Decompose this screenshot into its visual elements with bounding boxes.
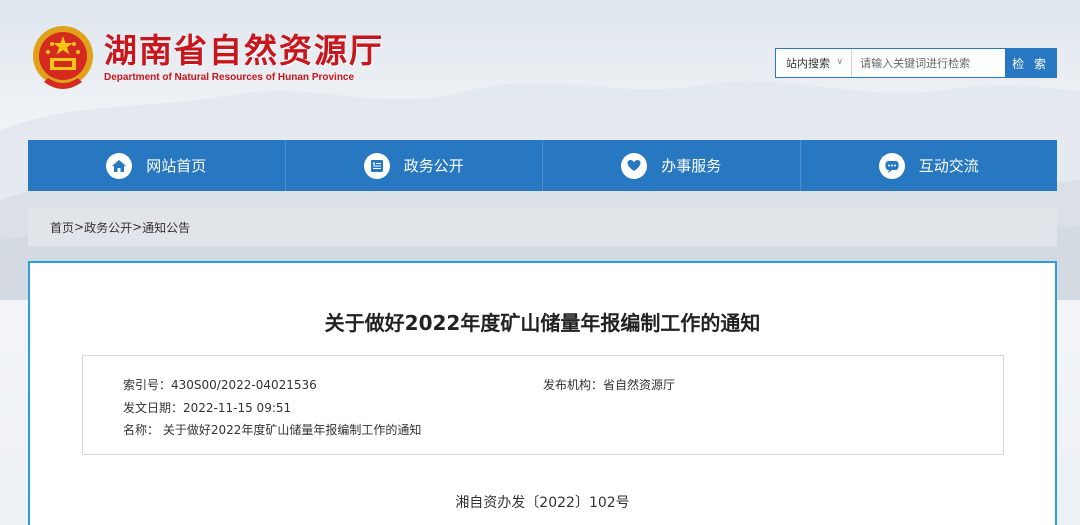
search-input[interactable] (852, 49, 1006, 77)
search-scope-label: 站内搜索 (786, 57, 830, 70)
article-title: 关于做好2022年度矿山储量年报编制工作的通知 (324, 311, 761, 335)
breadcrumb: 首页 > 政务公开 > 通知公告 (28, 208, 1057, 246)
nav-item-label: 网站首页 (146, 157, 207, 175)
chevron-down-icon: ∨ (836, 57, 844, 67)
nav-item-label: 办事服务 (661, 157, 722, 175)
article-content: 关于做好2022年度矿山储量年报编制工作的通知 索引号：430S00/2022-… (28, 261, 1057, 525)
search-scope-select[interactable]: 站内搜索 ∨ (776, 49, 853, 77)
nav-item-services[interactable]: 办事服务 (543, 140, 801, 191)
breadcrumb-home[interactable]: 首页 (50, 219, 74, 236)
home-icon (106, 152, 133, 179)
meta-date: 发文日期：2022-11-15 09:51 (123, 401, 292, 415)
breadcrumb-government-affairs[interactable]: 政务公开 (84, 219, 132, 236)
chat-bubble-icon (878, 152, 905, 179)
site-header: 湖南省自然资源厅 Department of Natural Resources… (0, 0, 1080, 120)
meta-index-number: 索引号：430S00/2022-04021536 (123, 378, 317, 392)
site-subtitle: Department of Natural Resources of Hunan… (104, 72, 355, 83)
nav-item-label: 政务公开 (403, 157, 464, 175)
search-button[interactable]: 检 索 (1005, 49, 1056, 77)
main-nav: 网站首页 政务公开 办事服务 互动交流 (28, 140, 1057, 191)
meta-publisher: 发布机构：省自然资源厅 (543, 378, 676, 392)
nav-item-interaction[interactable]: 互动交流 (801, 140, 1058, 191)
nav-item-home[interactable]: 网站首页 (28, 140, 286, 191)
breadcrumb-separator: > (132, 220, 143, 234)
document-number: 湘自资办发〔2022〕102号 (455, 495, 630, 511)
breadcrumb-separator: > (74, 220, 85, 234)
article-meta-box: 索引号：430S00/2022-04021536 发布机构：省自然资源厅 发文日… (82, 355, 1004, 455)
site-title: 湖南省自然资源厅 (104, 31, 384, 70)
nav-item-label: 互动交流 (918, 157, 979, 175)
national-emblem-icon[interactable] (30, 22, 96, 94)
search-box: 站内搜索 ∨ 检 索 (775, 48, 1057, 78)
breadcrumb-notices[interactable]: 通知公告 (142, 219, 190, 236)
nav-item-government-affairs[interactable]: 政务公开 (286, 140, 543, 191)
document-list-icon (363, 152, 390, 179)
meta-name: 名称： 关于做好2022年度矿山储量年报编制工作的通知 (123, 423, 422, 437)
heart-hands-icon (621, 152, 648, 179)
